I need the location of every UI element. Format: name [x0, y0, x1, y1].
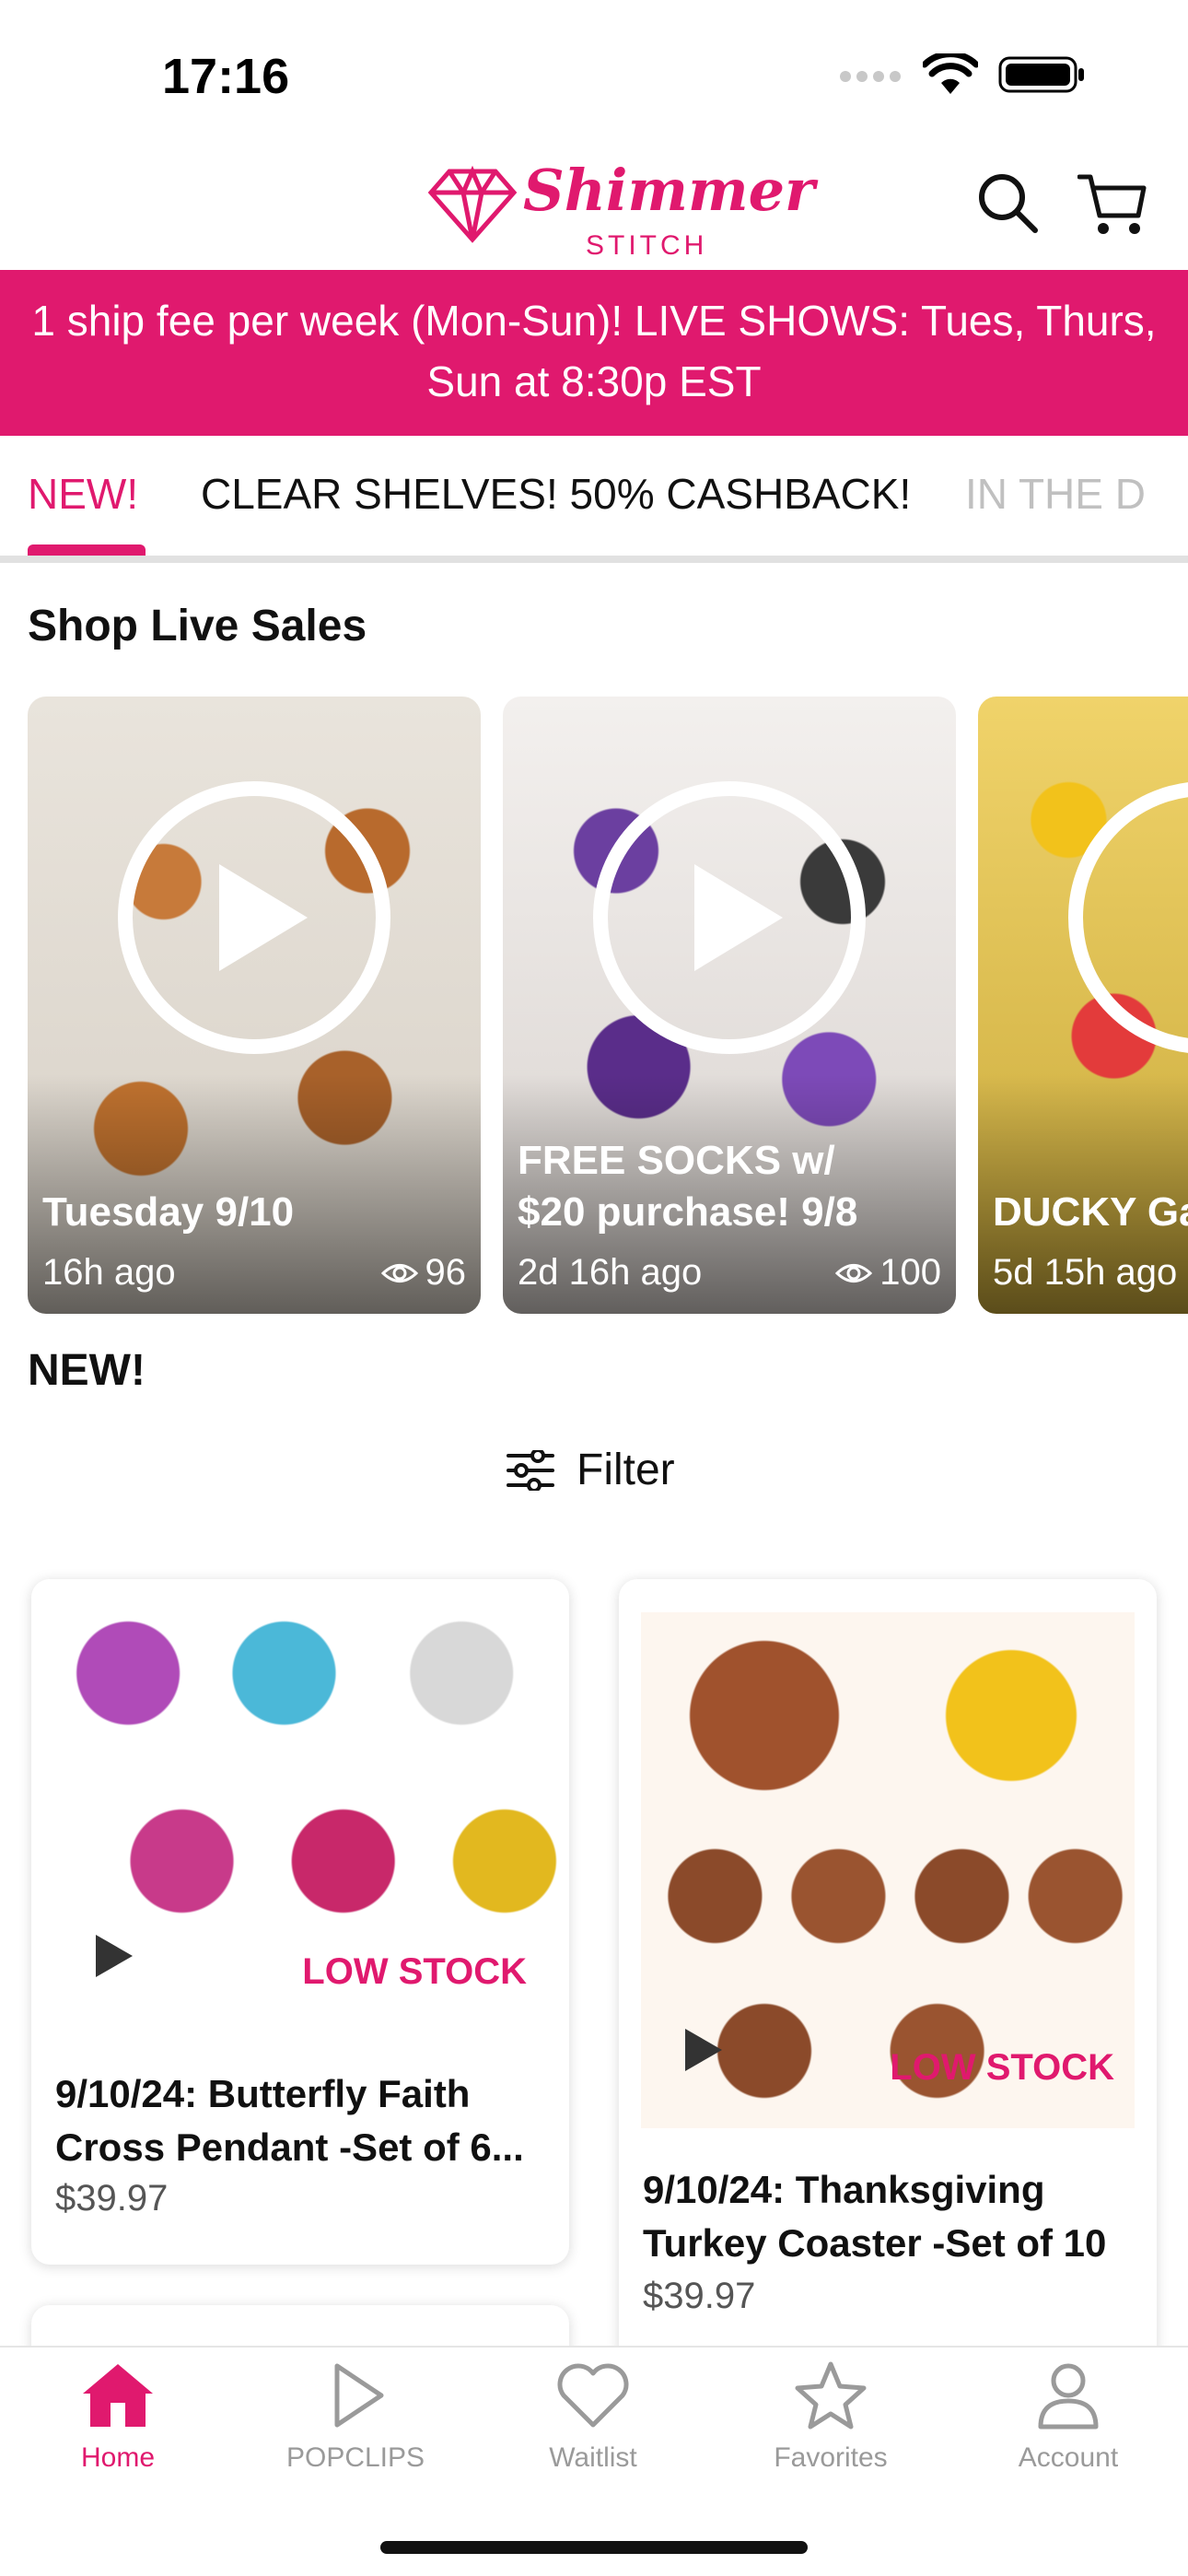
- eye-icon: [835, 1263, 873, 1282]
- play-outline-icon: [334, 2363, 384, 2428]
- filter-label: Filter: [577, 1446, 675, 1494]
- live-card-time: 5d 15h ago: [993, 1252, 1178, 1293]
- views-count: 96: [425, 1252, 467, 1293]
- views-count: 100: [879, 1252, 941, 1293]
- nav-waitlist-label: Waitlist: [549, 2442, 637, 2473]
- nav-waitlist[interactable]: Waitlist: [492, 2360, 694, 2474]
- status-icons: [838, 53, 1087, 96]
- play-icon[interactable]: [680, 2027, 726, 2073]
- promo-banner[interactable]: 1 ship fee per week (Mon-Sun)! LIVE SHOW…: [0, 270, 1188, 436]
- nav-popclips[interactable]: POPCLIPS: [254, 2360, 457, 2474]
- product-price: $39.97: [55, 2178, 169, 2219]
- battery-icon: [998, 56, 1084, 93]
- home-indicator[interactable]: [380, 2541, 808, 2554]
- search-icon[interactable]: [976, 171, 1039, 234]
- tab-in-the-d[interactable]: IN THE D: [965, 469, 1146, 519]
- filter-button[interactable]: Filter: [507, 1445, 675, 1495]
- eye-icon: [380, 1263, 418, 1282]
- person-icon: [1038, 2363, 1099, 2430]
- nav-home-label: Home: [80, 2442, 156, 2473]
- live-sales-carousel[interactable]: Tuesday 9/10 16h ago 96 FREE SOCKS w/ $2…: [0, 697, 1188, 1314]
- tab-clear-shelves[interactable]: CLEAR SHELVES! 50% CASHBACK!: [201, 469, 911, 519]
- low-stock-badge: LOW STOCK: [890, 2047, 1114, 2088]
- nav-favorites[interactable]: Favorites: [729, 2360, 932, 2474]
- product-price: $39.97: [643, 2276, 756, 2316]
- live-card[interactable]: FREE SOCKS w/ $20 purchase! 9/8 2d 16h a…: [503, 697, 956, 1314]
- live-card-title: FREE SOCKS w/ $20 purchase! 9/8: [518, 1138, 858, 1235]
- play-icon[interactable]: [90, 1933, 136, 1979]
- star-icon: [795, 2361, 867, 2430]
- live-card-time: 2d 16h ago: [518, 1252, 703, 1293]
- live-card-title: DUCKY Ga: [993, 1189, 1188, 1235]
- brand-sub: STITCH: [586, 230, 708, 261]
- nav-popclips-label: POPCLIPS: [285, 2442, 425, 2473]
- status-bar: 17:16: [0, 0, 1188, 138]
- product-card[interactable]: LOW STOCK 9/10/24: Thanksgiving Turkey C…: [619, 1579, 1157, 2408]
- wifi-icon: [923, 53, 978, 94]
- play-icon[interactable]: [116, 779, 392, 1056]
- live-card-views: 96: [380, 1252, 467, 1294]
- live-card-views: 100: [835, 1252, 941, 1294]
- nav-favorites-label: Favorites: [774, 2442, 888, 2473]
- live-card[interactable]: DUCKY Ga 5d 15h ago: [978, 697, 1188, 1314]
- home-icon: [83, 2364, 153, 2427]
- heart-icon: [557, 2363, 629, 2428]
- product-title[interactable]: 9/10/24: Thanksgiving Turkey Coaster -Se…: [643, 2163, 1133, 2270]
- filter-icon: [507, 1449, 554, 1491]
- product-title[interactable]: 9/10/24: Butterfly Faith Cross Pendant -…: [55, 2067, 545, 2174]
- play-icon[interactable]: [1066, 779, 1188, 1056]
- nav-home[interactable]: Home: [17, 2360, 219, 2474]
- signal-icon: [840, 71, 901, 82]
- tab-new[interactable]: NEW!: [28, 469, 138, 519]
- brand-logo[interactable]: Shimmer STITCH: [422, 151, 815, 262]
- nav-account-label: Account: [1018, 2442, 1119, 2473]
- app-header: Shimmer STITCH: [0, 138, 1188, 270]
- live-card-time: 16h ago: [42, 1252, 176, 1293]
- live-card-title: Tuesday 9/10: [42, 1189, 295, 1235]
- brand-name: Shimmer: [523, 157, 815, 224]
- product-card[interactable]: LOW STOCK 9/10/24: Butterfly Faith Cross…: [31, 1579, 569, 2265]
- category-tabs: NEW! CLEAR SHELVES! 50% CASHBACK! IN THE…: [0, 436, 1188, 563]
- live-section-title: Shop Live Sales: [28, 602, 367, 650]
- new-section-title: NEW!: [28, 1346, 146, 1395]
- play-icon[interactable]: [591, 779, 868, 1056]
- nav-account[interactable]: Account: [967, 2360, 1170, 2474]
- cart-icon[interactable]: [1077, 171, 1147, 238]
- low-stock-badge: LOW STOCK: [302, 1951, 527, 1992]
- live-card[interactable]: Tuesday 9/10 16h ago 96: [28, 697, 481, 1314]
- status-time: 17:16: [162, 49, 290, 104]
- tab-active-indicator: [28, 544, 146, 556]
